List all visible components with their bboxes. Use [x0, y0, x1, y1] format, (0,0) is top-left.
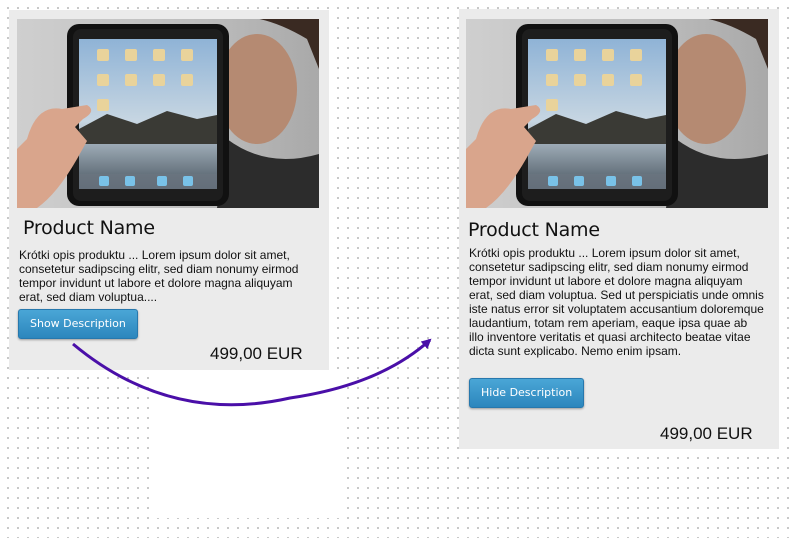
tablet-product-image: [466, 19, 768, 208]
product-name: Product Name: [468, 219, 600, 241]
show-description-button[interactable]: Show Description: [18, 309, 138, 339]
tablet-product-image: [17, 19, 319, 208]
product-price: 499,00 EUR: [660, 424, 753, 443]
product-card-collapsed: Product Name Krótki opis produktu ... Lo…: [9, 10, 329, 370]
product-image: [466, 19, 768, 208]
product-card-expanded: Product Name Krótki opis produktu ... Lo…: [459, 9, 779, 449]
product-description: Krótki opis produktu ... Lorem ipsum dol…: [19, 248, 299, 304]
product-price: 499,00 EUR: [210, 344, 303, 363]
product-image: [17, 19, 319, 208]
product-name: Product Name: [23, 217, 155, 239]
product-description: Krótki opis produktu ... Lorem ipsum dol…: [469, 246, 764, 358]
hide-description-button[interactable]: Hide Description: [469, 378, 585, 408]
blank-area: [153, 370, 346, 518]
